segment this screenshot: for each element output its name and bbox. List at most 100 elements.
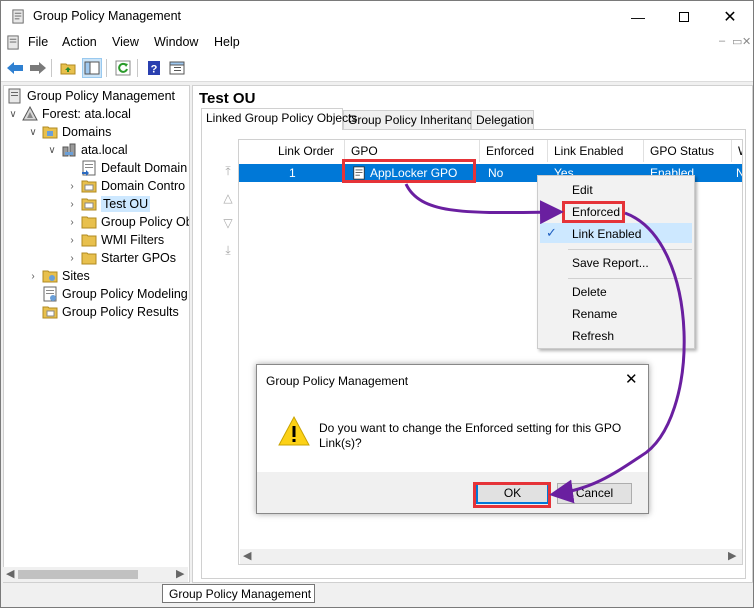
move-bottom-icon[interactable]: ⤓ — [220, 243, 236, 257]
tree-label: Group Policy Management — [27, 89, 175, 103]
toolbar-separator — [137, 59, 138, 77]
column-header-gpo-status[interactable]: GPO Status — [644, 140, 732, 162]
chevron-right-icon[interactable]: › — [66, 253, 78, 264]
mdi-close-icon[interactable]: ✕ — [742, 35, 751, 48]
console-tree-icon — [84, 61, 100, 75]
tree-node-gp-results[interactable]: Group Policy Results — [42, 303, 179, 321]
menu-item-enforced[interactable]: Enforced — [572, 205, 620, 219]
svg-text:?: ? — [151, 64, 158, 76]
menu-window[interactable]: Window — [154, 35, 198, 49]
column-header-enforced[interactable]: Enforced — [480, 140, 548, 162]
app-window: Group Policy Management — ✕ File Action … — [0, 0, 754, 608]
tree-label: Starter GPOs — [101, 251, 177, 265]
tree-label: WMI Filters — [101, 233, 165, 247]
maximize-button[interactable] — [661, 1, 707, 32]
tree-node-gp-modeling[interactable]: Group Policy Modeling — [42, 285, 188, 303]
tree-node-gp-objects[interactable]: › Group Policy Ob — [66, 213, 190, 231]
tab-linked-gpos[interactable]: Linked Group Policy Objects — [201, 108, 357, 130]
forward-arrow-icon — [30, 62, 46, 74]
scroll-right-icon[interactable]: ▶ — [728, 549, 736, 562]
checkmark-icon: ✓ — [546, 225, 557, 240]
up-folder-button[interactable] — [58, 58, 78, 78]
move-up-icon[interactable]: △ — [220, 191, 236, 205]
properties-icon — [169, 61, 185, 75]
tree-node-sites[interactable]: › Sites — [27, 267, 90, 285]
dialog-message: Do you want to change the Enforced setti… — [319, 421, 622, 450]
tree-node-gpm-root[interactable]: Group Policy Management — [7, 87, 175, 105]
tree-node-domains[interactable]: ∨ Domains — [27, 123, 111, 141]
chevron-down-icon[interactable]: ∨ — [27, 127, 39, 138]
chevron-right-icon[interactable]: › — [66, 181, 78, 192]
cell-gpo: AppLocker GPO — [370, 166, 458, 180]
menu-item-delete[interactable]: Delete — [572, 285, 607, 299]
tree-label: Forest: ata.local — [42, 107, 131, 121]
menu-item-refresh[interactable]: Refresh — [572, 329, 614, 343]
menu-item-link-enabled[interactable]: Link Enabled — [572, 227, 641, 241]
tree-node-forest[interactable]: ∨ Forest: ata.local — [7, 105, 131, 123]
chevron-right-icon[interactable]: › — [66, 235, 78, 246]
menu-action[interactable]: Action — [62, 35, 97, 49]
chevron-down-icon[interactable]: ∨ — [7, 109, 19, 120]
tree-node-domain-controllers[interactable]: › Domain Contro — [66, 177, 185, 195]
page-title: Test OU — [199, 90, 256, 107]
tree-node-ata-local[interactable]: ∨ ata.local — [46, 141, 128, 159]
gpo-link-icon — [81, 160, 97, 176]
menu-item-edit[interactable]: Edit — [572, 183, 593, 197]
move-down-icon[interactable]: ▽ — [220, 216, 236, 230]
minimize-button[interactable]: — — [615, 1, 661, 32]
cancel-button[interactable]: Cancel — [557, 483, 632, 504]
tree-node-wmi-filters[interactable]: › WMI Filters — [66, 231, 164, 249]
forward-button[interactable] — [28, 58, 48, 78]
menu-help[interactable]: Help — [214, 35, 240, 49]
mdi-minimize-icon[interactable]: – — [719, 35, 725, 47]
tab-delegation[interactable]: Delegation — [471, 110, 534, 129]
scroll-left-icon[interactable]: ◀ — [6, 567, 14, 580]
column-header-gpo[interactable]: GPO — [345, 140, 480, 162]
folder-up-icon — [60, 63, 76, 75]
back-arrow-icon — [7, 62, 23, 74]
tree-label: Group Policy Results — [62, 305, 179, 319]
context-menu: Edit Enforced ✓ Link Enabled Save Report… — [537, 175, 695, 349]
console-tree: Group Policy Management ∨ Forest: ata.lo… — [3, 85, 190, 583]
tree-horizontal-scrollbar[interactable]: ◀ ▶ — [3, 567, 188, 582]
mdi-restore-icon[interactable]: ▭ — [732, 35, 742, 48]
tree-label: Group Policy Ob — [101, 215, 190, 229]
tree-label: Domain Contro — [101, 179, 186, 193]
gpm-icon — [12, 9, 24, 24]
tree-node-default-domain[interactable]: Default Domain — [81, 159, 187, 177]
properties-button[interactable] — [167, 58, 187, 78]
toolbar-separator — [51, 59, 52, 77]
close-button[interactable]: ✕ — [707, 1, 753, 32]
help-button[interactable]: ? — [144, 58, 164, 78]
chevron-right-icon[interactable]: › — [66, 217, 78, 228]
scroll-right-icon[interactable]: ▶ — [176, 567, 184, 580]
tree-label: ata.local — [81, 143, 128, 157]
scroll-left-icon[interactable]: ◀ — [243, 549, 251, 562]
list-horizontal-scrollbar[interactable]: ◀ ▶ — [240, 549, 742, 564]
tree-node-starter-gpos[interactable]: › Starter GPOs — [66, 249, 176, 267]
refresh-button[interactable] — [113, 58, 133, 78]
column-header-wmi[interactable]: W — [732, 140, 742, 162]
modeling-icon — [42, 286, 58, 302]
tree-label: Sites — [62, 269, 90, 283]
scroll-thumb[interactable] — [18, 570, 138, 579]
back-button[interactable] — [5, 58, 25, 78]
menu-view[interactable]: View — [112, 35, 139, 49]
chevron-down-icon[interactable]: ∨ — [46, 145, 58, 156]
chevron-right-icon[interactable]: › — [27, 271, 39, 282]
menu-item-save-report[interactable]: Save Report... — [572, 256, 649, 270]
menu-file[interactable]: File — [28, 35, 48, 49]
tab-strip: Linked Group Policy Objects Group Policy… — [201, 108, 746, 130]
show-hide-tree-button[interactable] — [82, 58, 102, 78]
chevron-right-icon[interactable]: › — [66, 199, 78, 210]
move-top-icon[interactable]: ⤒ — [220, 164, 236, 178]
column-header-link-enabled[interactable]: Link Enabled — [548, 140, 644, 162]
tab-inheritance[interactable]: Group Policy Inheritance — [343, 110, 479, 129]
gpo-icon — [353, 166, 365, 180]
tree-node-test-ou[interactable]: › Test OU — [66, 195, 151, 213]
tooltip: Group Policy Management — [162, 584, 315, 603]
maximize-icon — [679, 11, 689, 22]
dialog-close-icon[interactable]: ✕ — [625, 370, 638, 388]
menu-item-rename[interactable]: Rename — [572, 307, 617, 321]
ok-button[interactable]: OK — [476, 483, 549, 504]
